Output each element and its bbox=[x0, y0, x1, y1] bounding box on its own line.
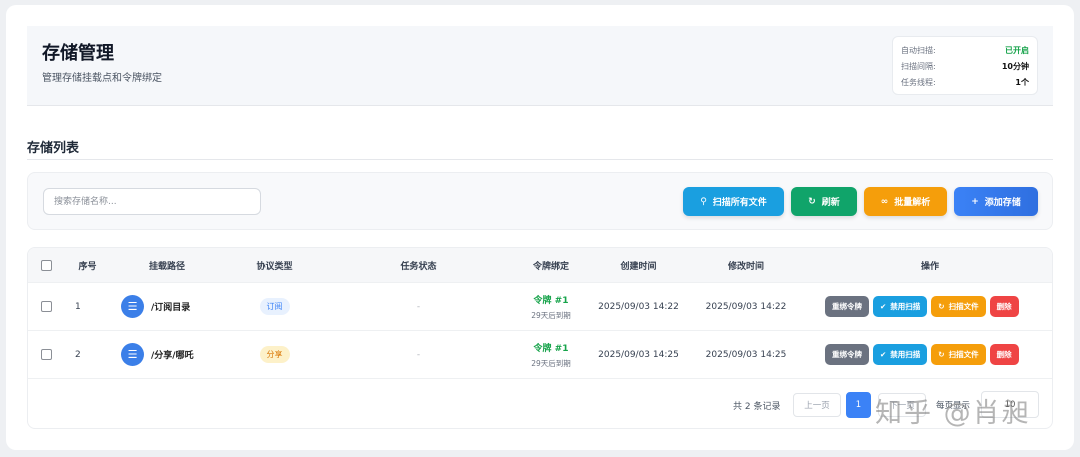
row-actions: 重绑令牌 ✔ 禁用扫描 ↻ 扫描文件 删除 bbox=[806, 344, 1052, 365]
button-label: 删除 bbox=[996, 302, 1012, 311]
path-text: /订阅目录 bbox=[151, 303, 191, 313]
task-status: - bbox=[416, 349, 421, 360]
button-label: 禁用扫描 bbox=[890, 350, 921, 359]
token-binding: 令牌 #1 29天后到期 bbox=[511, 341, 591, 369]
col-header: 操作 bbox=[920, 261, 939, 272]
modified-time: 2025/09/03 14:25 bbox=[705, 349, 787, 360]
add-storage-button[interactable]: + 添加存储 bbox=[954, 187, 1038, 216]
check-circle-icon: ✔ bbox=[880, 302, 887, 311]
path-text: /分享/哪吒 bbox=[151, 351, 194, 361]
button-label: 禁用扫描 bbox=[890, 302, 921, 311]
modified-time: 2025/09/03 14:22 bbox=[705, 301, 787, 312]
page-subtitle: 管理存储挂载点和令牌绑定 bbox=[42, 73, 162, 84]
disable-scan-button[interactable]: ✔ 禁用扫描 bbox=[873, 296, 928, 317]
disable-scan-button[interactable]: ✔ 禁用扫描 bbox=[873, 344, 928, 365]
col-header: 令牌绑定 bbox=[532, 261, 569, 272]
refresh-icon: ↻ bbox=[938, 350, 945, 359]
toolbar: ⚲ 扫描所有文件 ↻ 刷新 ∞ 批量解析 + 添加存储 bbox=[27, 172, 1053, 230]
search-icon: ⚲ bbox=[700, 196, 707, 207]
scan-info-panel: 自动扫描: 已开启 扫描间隔: 10分钟 任务线程: 1个 bbox=[892, 36, 1038, 95]
row-checkbox[interactable] bbox=[40, 301, 52, 312]
button-label: 删除 bbox=[996, 350, 1012, 359]
plus-icon: + bbox=[971, 196, 979, 207]
button-label: 扫描文件 bbox=[948, 350, 979, 359]
refresh-icon: ↻ bbox=[808, 196, 816, 207]
col-header: 创建时间 bbox=[620, 261, 657, 272]
prev-page-button[interactable]: 上一页 bbox=[793, 393, 841, 417]
table-row: 2 ☰ /分享/哪吒 分享 - 令牌 #1 29天后到期 2025/09/03 14… bbox=[28, 331, 1052, 379]
created-time: 2025/09/03 14:22 bbox=[598, 301, 679, 312]
button-label: 重绑令牌 bbox=[832, 350, 862, 359]
row-checkbox[interactable] bbox=[40, 349, 52, 360]
info-value: 已开启 bbox=[1005, 45, 1029, 55]
task-status: - bbox=[416, 301, 421, 312]
select-all-checkbox[interactable] bbox=[40, 259, 52, 271]
info-value: 1个 bbox=[1015, 77, 1029, 87]
delete-button[interactable]: 删除 bbox=[989, 296, 1019, 317]
col-header: 序号 bbox=[78, 261, 97, 272]
section-title: 存储列表 bbox=[27, 141, 80, 156]
scan-files-button[interactable]: ↻ 扫描文件 bbox=[931, 344, 986, 365]
scan-files-button[interactable]: ↻ 扫描文件 bbox=[931, 296, 986, 317]
token-name: 令牌 #1 bbox=[533, 295, 569, 306]
button-label: 扫描文件 bbox=[948, 302, 979, 311]
page-title: 存储管理 bbox=[42, 43, 114, 64]
mount-path: ☰ /分享/哪吒 bbox=[111, 343, 223, 366]
token-name: 令牌 #1 bbox=[533, 343, 569, 354]
protocol-badge: 订阅 bbox=[259, 298, 290, 315]
mount-path: ☰ /订阅目录 bbox=[111, 295, 223, 318]
button-label: 添加存储 bbox=[984, 198, 1021, 208]
button-label: 批量解析 bbox=[894, 198, 931, 208]
col-header: 协议类型 bbox=[256, 261, 293, 272]
page-header: 存储管理 管理存储挂载点和令牌绑定 自动扫描: 已开启 扫描间隔: 10分钟 任务线… bbox=[27, 26, 1053, 106]
row-actions: 重绑令牌 ✔ 禁用扫描 ↻ 扫描文件 删除 bbox=[806, 296, 1052, 317]
button-label: 扫描所有文件 bbox=[712, 198, 767, 208]
protocol-badge: 分享 bbox=[259, 346, 290, 363]
rebind-token-button[interactable]: 重绑令牌 bbox=[825, 296, 869, 317]
page-size-label: 每页显示 bbox=[936, 401, 971, 411]
search-input[interactable] bbox=[43, 188, 261, 215]
total-records: 共 2 条记录 bbox=[733, 402, 781, 412]
button-label: 重绑令牌 bbox=[832, 302, 862, 311]
info-label: 扫描间隔: bbox=[901, 61, 936, 71]
col-header: 修改时间 bbox=[727, 261, 764, 272]
divider bbox=[27, 159, 1053, 160]
table-row: 1 ☰ /订阅目录 订阅 - 令牌 #1 29天后到期 2025/09/03 14:… bbox=[28, 283, 1052, 331]
col-header: 挂载路径 bbox=[148, 261, 185, 272]
page-size-select[interactable]: 10 bbox=[981, 391, 1039, 418]
link-icon: ∞ bbox=[880, 196, 889, 207]
page-1-button[interactable]: 1 bbox=[846, 392, 871, 418]
seq: 1 bbox=[75, 301, 81, 312]
info-label: 任务线程: bbox=[901, 77, 936, 87]
info-label: 自动扫描: bbox=[901, 45, 936, 55]
scan-all-button[interactable]: ⚲ 扫描所有文件 bbox=[683, 187, 784, 216]
token-binding: 令牌 #1 29天后到期 bbox=[511, 293, 591, 321]
refresh-button[interactable]: ↻ 刷新 bbox=[791, 187, 857, 216]
batch-parse-button[interactable]: ∞ 批量解析 bbox=[864, 187, 947, 216]
button-label: 刷新 bbox=[821, 198, 840, 208]
check-circle-icon: ✔ bbox=[880, 350, 887, 359]
list-icon: ☰ bbox=[121, 295, 144, 318]
delete-button[interactable]: 删除 bbox=[989, 344, 1019, 365]
info-value: 10分钟 bbox=[1001, 61, 1029, 71]
table-header: 序号 挂载路径 协议类型 任务状态 令牌绑定 创建时间 修改时间 操作 bbox=[28, 248, 1052, 283]
refresh-icon: ↻ bbox=[938, 302, 945, 311]
token-expiry: 29天后到期 bbox=[531, 358, 571, 368]
token-expiry: 29天后到期 bbox=[531, 310, 571, 320]
pagination: 共 2 条记录 上一页 1 下一页 每页显示 10 bbox=[28, 379, 1052, 428]
col-header: 任务状态 bbox=[400, 261, 437, 272]
created-time: 2025/09/03 14:25 bbox=[598, 349, 679, 360]
rebind-token-button[interactable]: 重绑令牌 bbox=[825, 344, 869, 365]
storage-table: 序号 挂载路径 协议类型 任务状态 令牌绑定 创建时间 修改时间 操作 1 ☰ /… bbox=[27, 247, 1053, 429]
list-icon: ☰ bbox=[121, 343, 144, 366]
seq: 2 bbox=[75, 349, 81, 360]
next-page-button[interactable]: 下一页 bbox=[878, 393, 926, 417]
